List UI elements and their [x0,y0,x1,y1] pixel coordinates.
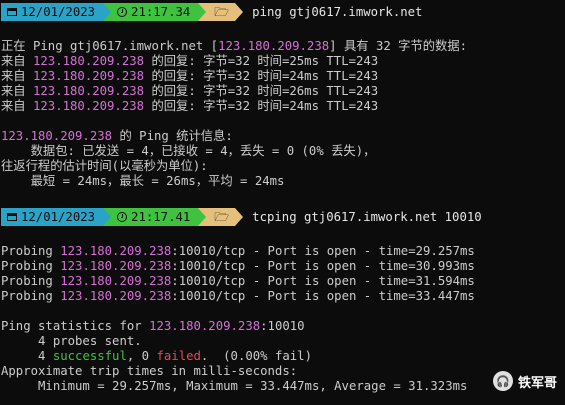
prompt-time: 21:17.34 [131,5,191,19]
ping-header: 正在 Ping gtj0617.imwork.net [123.180.209.… [1,39,468,53]
ip-address: 123.180.209.238 [60,244,172,258]
success-count-label: successful [52,349,127,363]
powerline-separator [103,3,112,21]
ip-address: 123.180.209.238 [33,99,145,113]
tcping-probe: Probing 123.180.209.238:10010/tcp - Port… [1,274,475,288]
prompt-time: 21:17.41 [131,210,191,224]
prompt-time-segment: 21:17.34 [111,3,199,21]
ping-rtt-values: 最短 = 24ms，最长 = 26ms，平均 = 24ms [1,174,285,188]
folder-open-icon: 🗁 [214,5,230,19]
headphone-logo-icon: 🎧 [492,371,513,391]
powerline-separator [103,208,112,226]
watermark-text: 铁军哥 [517,375,557,391]
clock-icon [117,212,128,222]
prompt-dir-segment: 🗁 [206,208,236,226]
prompt-time-segment: 21:17.41 [111,208,199,226]
tcping-probes-sent: 4 probes sent. [1,334,142,348]
ip-address: 123.180.209.238 [149,319,261,333]
tcping-summary: Minimum = 29.257ms, Maximum = 33.447ms, … [1,379,468,393]
watermark: 🎧 铁军哥 [492,371,557,391]
tcping-probe: Probing 123.180.209.238:10010/tcp - Port… [1,289,475,303]
tcping-probe: Probing 123.180.209.238:10010/tcp - Port… [1,244,475,258]
command-text: ping gtj0617.imwork.net [252,5,423,19]
ping-reply: 来自 123.180.209.238 的回复: 字节=32 时间=24ms TT… [1,69,379,83]
prompt-date-segment: 12/01/2023 [1,208,104,226]
tcping-approx-title: Approximate trip times in milli-seconds: [1,364,298,378]
ping-reply: 来自 123.180.209.238 的回复: 字节=32 时间=24ms TT… [1,99,379,113]
ip-address: 123.180.209.238 [218,39,330,53]
calendar-icon [7,213,17,221]
powerline-separator [198,3,207,21]
ping-reply: 来自 123.180.209.238 的回复: 字节=32 时间=25ms TT… [1,54,379,68]
terminal-window[interactable]: 12/01/2023 21:17.34 🗁 ping gtj0617.imwor… [1,0,565,394]
tcping-probe: Probing 123.180.209.238:10010/tcp - Port… [1,259,475,273]
ip-address: 123.180.209.238 [33,69,145,83]
folder-open-icon: 🗁 [214,210,230,224]
prompt-date: 12/01/2023 [21,210,96,224]
command-text: tcping gtj0617.imwork.net 10010 [252,210,482,224]
ping-reply: 来自 123.180.209.238 的回复: 字节=32 时间=26ms TT… [1,84,379,98]
calendar-icon [7,8,17,16]
ip-address: 123.180.209.238 [60,259,172,273]
ping-stats-packets: 数据包: 已发送 = 4，已接收 = 4，丢失 = 0 (0% 丢失)， [1,144,376,158]
ip-address: 123.180.209.238 [60,274,172,288]
prompt-date-segment: 12/01/2023 [1,3,104,21]
powerline-separator [198,208,207,226]
ip-address: 123.180.209.238 [60,289,172,303]
prompt-line-2: 12/01/2023 21:17.41 🗁 tcping gtj0617.imw… [1,205,565,229]
prompt-date: 12/01/2023 [21,5,96,19]
powerline-separator [235,208,244,226]
ping-stats-title: 123.180.209.238 的 Ping 统计信息: [1,129,233,143]
failed-count-label: failed [156,349,201,363]
ip-address: 123.180.209.238 [33,54,145,68]
tcping-result: 4 successful, 0 failed. (0.00% fail) [1,349,312,363]
ping-rtt-title: 往返行程的估计时间(以毫秒为单位): [1,159,208,173]
ip-address: 123.180.209.238 [1,129,113,143]
prompt-dir-segment: 🗁 [206,3,236,21]
ip-address: 123.180.209.238 [33,84,145,98]
clock-icon [117,7,128,17]
prompt-line-1: 12/01/2023 21:17.34 🗁 ping gtj0617.imwor… [1,0,565,24]
powerline-separator [235,3,244,21]
tcping-stats-title: Ping statistics for 123.180.209.238:1001… [1,319,305,333]
